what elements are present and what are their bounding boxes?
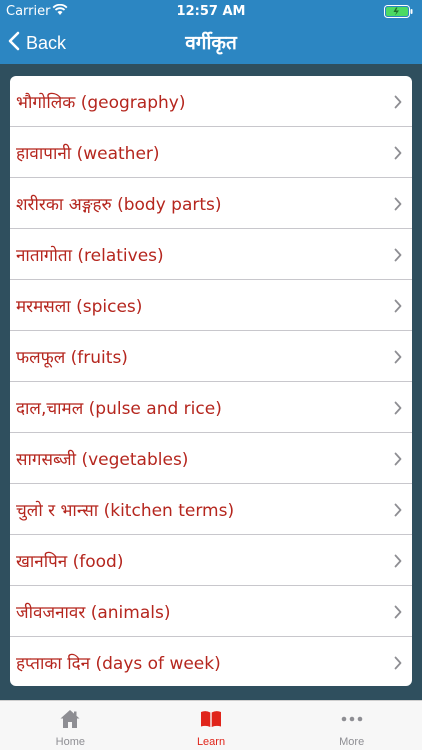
back-button[interactable]: Back — [8, 22, 66, 64]
category-list: भौगोलिक (geography) हावापानी (weather) श… — [10, 76, 412, 686]
list-item[interactable]: हावापानी (weather) — [10, 127, 412, 178]
status-time: 12:57 AM — [176, 4, 246, 19]
list-item-label: मरमसला (spices) — [16, 296, 143, 317]
list-item-label: खानपिन (food) — [16, 551, 124, 572]
list-item[interactable]: हप्ताका दिन (days of week) — [10, 637, 412, 686]
tab-label: Learn — [196, 736, 226, 748]
chevron-right-icon — [394, 604, 402, 623]
chevron-right-icon — [394, 94, 402, 113]
list-item-label: नातागोता (relatives) — [16, 245, 164, 266]
chevron-right-icon — [394, 298, 402, 317]
chevron-right-icon — [394, 655, 402, 674]
tab-learn[interactable]: Learn — [141, 701, 282, 750]
tab-label: More — [339, 736, 365, 748]
list-item-label: हावापानी (weather) — [16, 143, 160, 164]
book-icon — [199, 706, 223, 732]
list-item[interactable]: दाल,चामल (pulse and rice) — [10, 382, 412, 433]
chevron-right-icon — [394, 349, 402, 368]
list-item-label: भौगोलिक (geography) — [16, 92, 186, 113]
chevron-right-icon — [394, 400, 402, 419]
list-item-label: हप्ताका दिन (days of week) — [16, 653, 221, 674]
chevron-right-icon — [394, 145, 402, 164]
list-item[interactable]: खानपिन (food) — [10, 535, 412, 586]
list-item-label: सागसब्जी (vegetables) — [16, 449, 189, 470]
list-item-label: जीवजनावर (animals) — [16, 602, 171, 623]
chevron-right-icon — [394, 451, 402, 470]
list-item-label: शरीरका अङ्गहरु (body parts) — [16, 194, 222, 215]
tab-label: Home — [55, 736, 85, 748]
tab-more[interactable]: More — [281, 701, 422, 750]
status-bar: Carrier 12:57 AM — [0, 0, 422, 22]
list-item-label: चुलो र भान्सा (kitchen terms) — [16, 500, 235, 521]
back-label: Back — [26, 32, 67, 53]
list-item[interactable]: नातागोता (relatives) — [10, 229, 412, 280]
list-item[interactable]: फलफूल (fruits) — [10, 331, 412, 382]
list-item[interactable]: भौगोलिक (geography) — [10, 76, 412, 127]
chevron-left-icon — [8, 31, 20, 55]
list-item-label: फलफूल (fruits) — [16, 347, 128, 368]
list-item-label: दाल,चामल (pulse and rice) — [16, 398, 222, 419]
chevron-right-icon — [394, 553, 402, 572]
chevron-right-icon — [394, 196, 402, 215]
tab-bar: Home Learn More — [0, 700, 422, 750]
list-item[interactable]: जीवजनावर (animals) — [10, 586, 412, 637]
home-icon — [59, 706, 81, 732]
chevron-right-icon — [394, 247, 402, 266]
tab-home[interactable]: Home — [0, 701, 141, 750]
more-dots-icon — [340, 706, 364, 732]
list-item[interactable]: शरीरका अङ्गहरु (body parts) — [10, 178, 412, 229]
chevron-right-icon — [394, 502, 402, 521]
navigation-bar: Back वर्गीकृत — [0, 22, 422, 64]
list-item[interactable]: मरमसला (spices) — [10, 280, 412, 331]
battery-icon — [384, 5, 414, 22]
list-item[interactable]: सागसब्जी (vegetables) — [10, 433, 412, 484]
list-item[interactable]: चुलो र भान्सा (kitchen terms) — [10, 484, 412, 535]
